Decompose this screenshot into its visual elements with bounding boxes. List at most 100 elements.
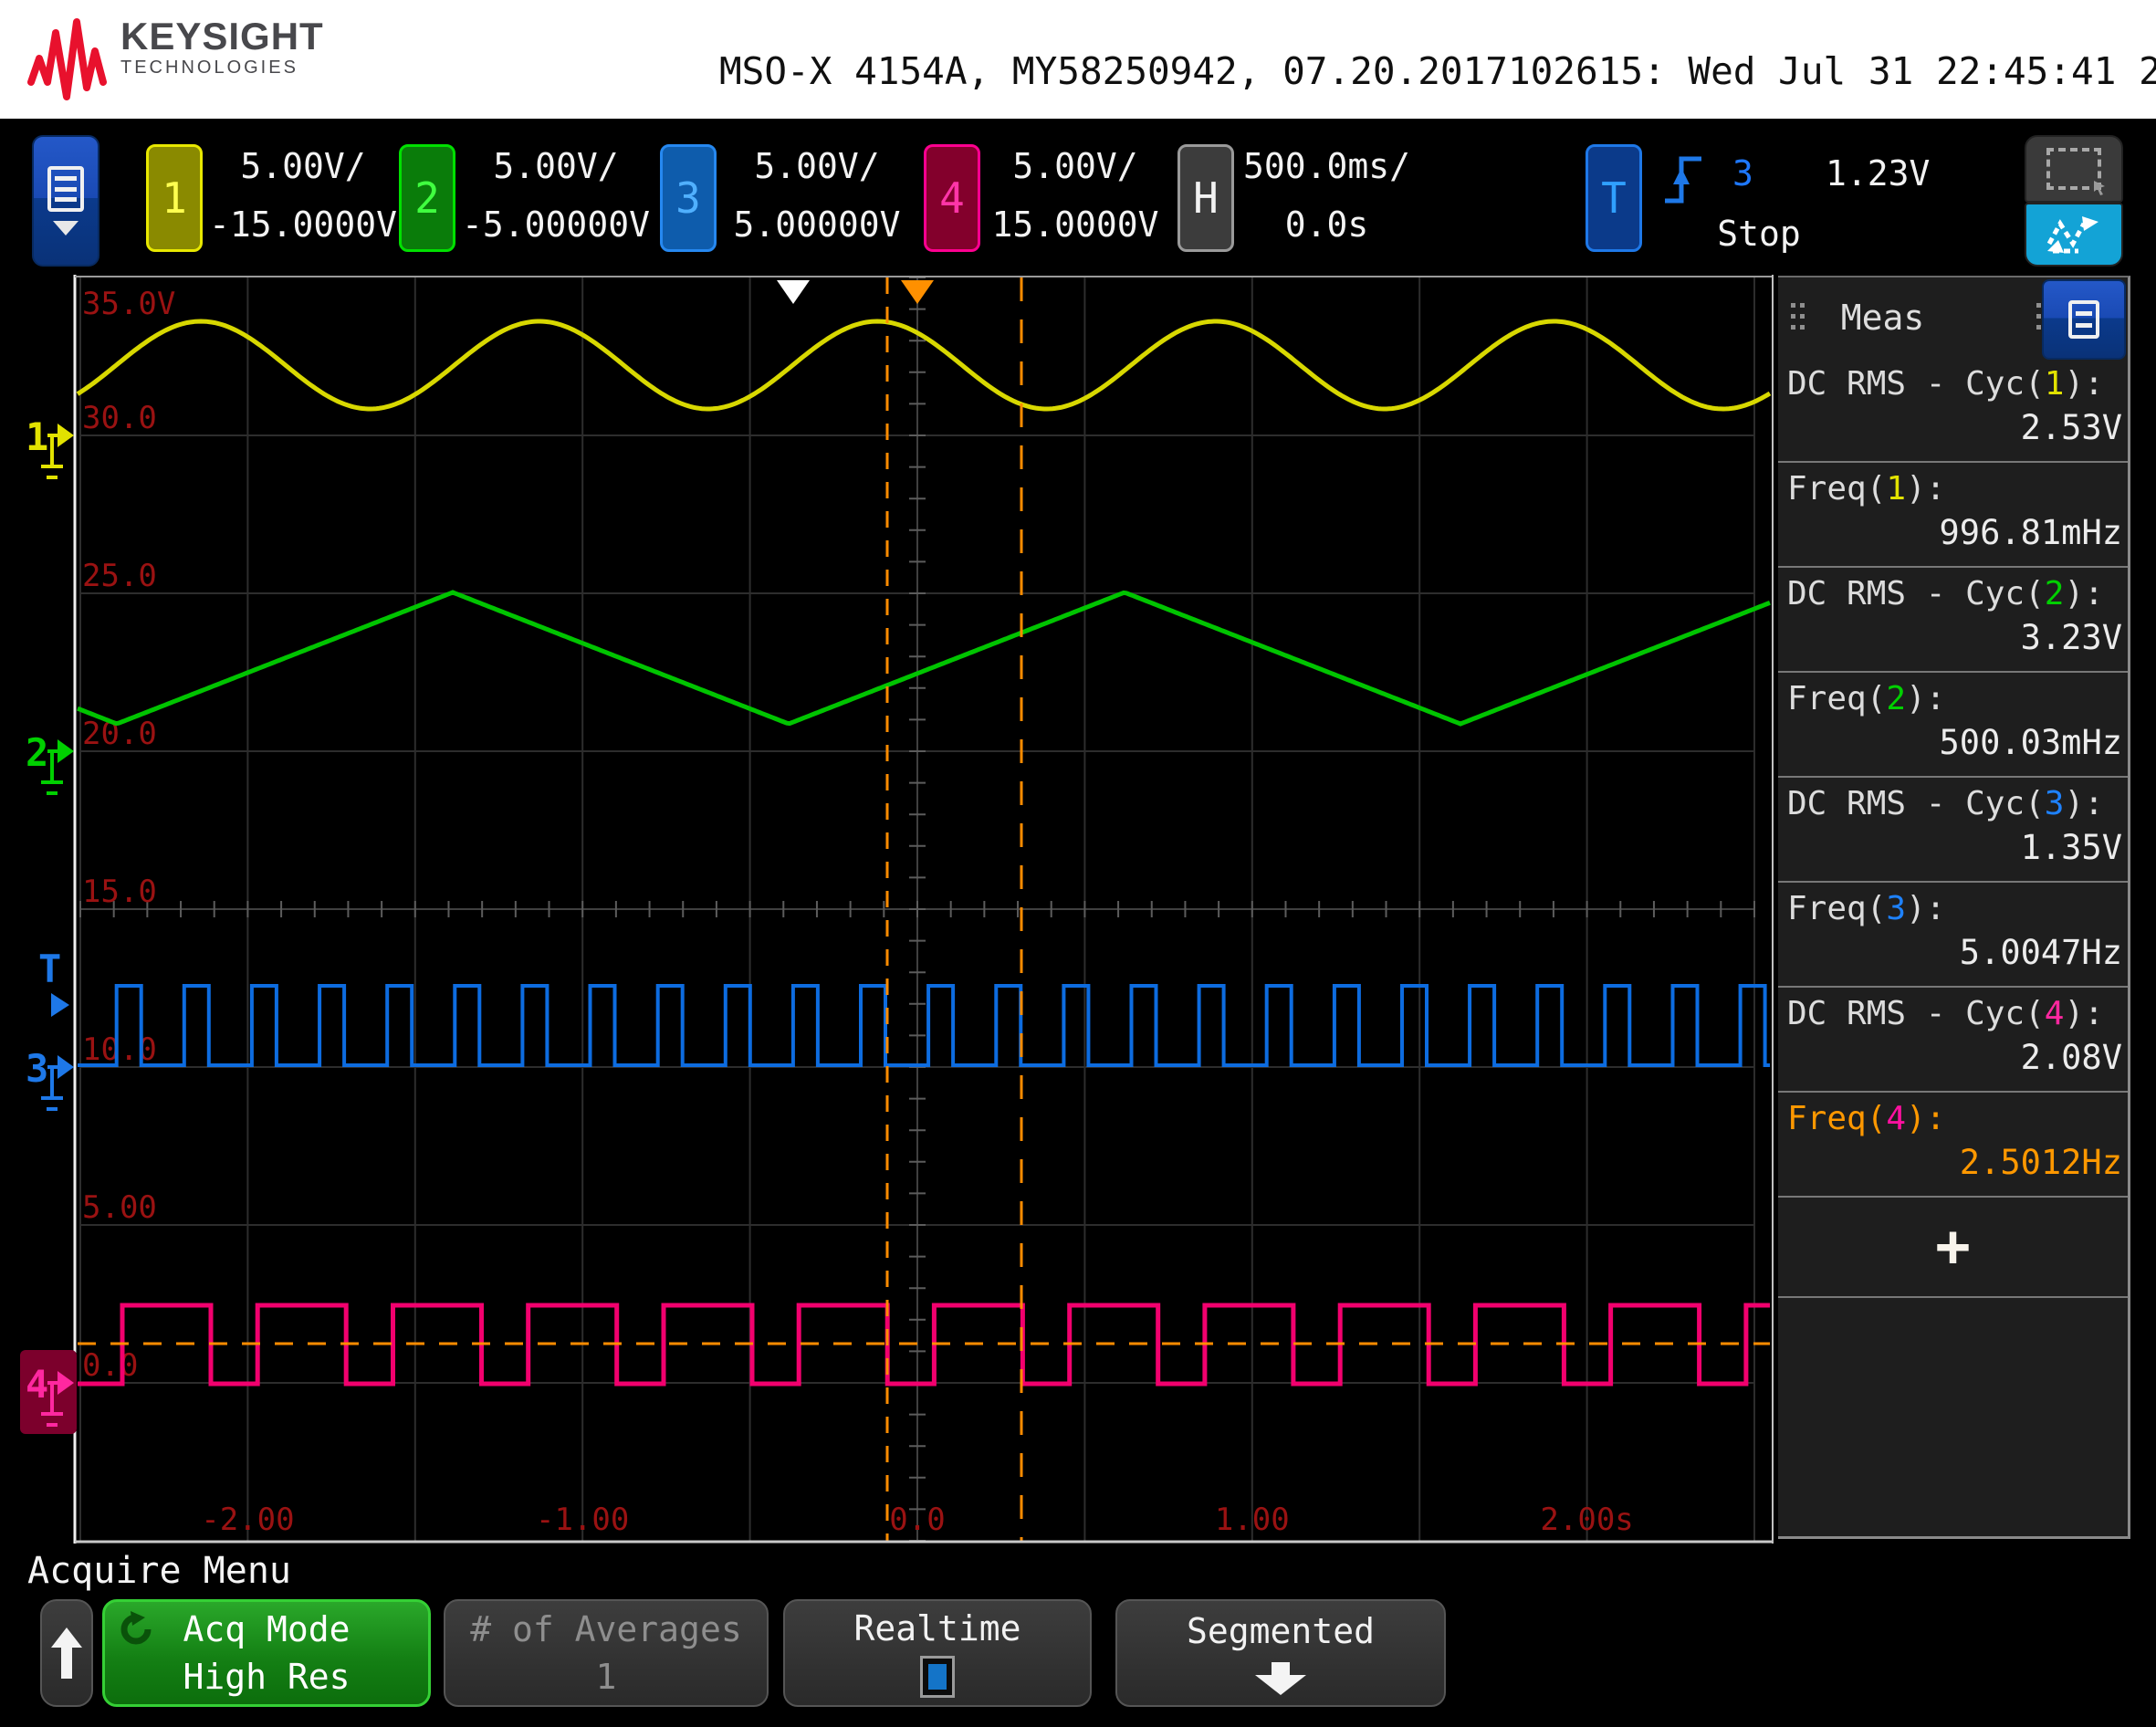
trigger-level-marker[interactable]: T	[38, 947, 61, 991]
meas-item-value: 5.0047Hz	[1959, 933, 2122, 972]
meas-item-freq-ch4[interactable]: Freq(4): 2.5012Hz	[1778, 1093, 2128, 1198]
ch1-ground-marker[interactable]: 1	[26, 414, 48, 459]
meas-item-freq-ch1[interactable]: Freq(1): 996.81mHz	[1778, 463, 2128, 568]
channel-3-scale[interactable]: 5.00V/	[722, 144, 912, 188]
meas-label-text: ):	[2064, 785, 2104, 822]
channel-2-scale[interactable]: 5.00V/	[461, 144, 651, 188]
horizontal-button[interactable]: H	[1177, 144, 1234, 252]
channel-3-button[interactable]: 3	[660, 144, 717, 252]
softkey-menu: Acquire Menu Acq Mode High Res # of Aver…	[0, 1544, 2156, 1727]
channel-1-button[interactable]: 1	[146, 144, 203, 252]
ch3-ground-marker-arrow[interactable]	[58, 1055, 74, 1079]
meas-item-freq-ch2[interactable]: Freq(2): 500.03mHz	[1778, 673, 2128, 778]
time-axis-label: 1.00	[1215, 1502, 1290, 1538]
channel-4-offset[interactable]: 15.0000V	[984, 203, 1167, 246]
waveform-arrows-icon	[2046, 216, 2098, 254]
meas-label-text: DC RMS - Cyc(	[1787, 365, 2045, 403]
channel-1-scale[interactable]: 5.00V/	[208, 144, 398, 188]
voltage-axis-label: 25.0	[82, 558, 157, 594]
meas-item-label: Freq(2):	[1787, 678, 2122, 720]
meas-item-value: 996.81mHz	[1939, 513, 2122, 552]
meas-item-label: Freq(1):	[1787, 468, 2122, 510]
channel-1-offset[interactable]: -15.0000V	[208, 203, 398, 246]
meas-item-value: 3.23V	[2020, 618, 2122, 657]
trigger-source[interactable]: 3	[1732, 153, 1753, 194]
softkey-acq-mode[interactable]: Acq Mode High Res	[102, 1599, 431, 1707]
meas-label-text: DC RMS - Cyc(	[1787, 575, 2045, 612]
instrument-title: MSO-X 4154A, MY58250942, 07.20.201710261…	[719, 49, 2156, 93]
voltage-axis-label: 30.0	[82, 400, 157, 436]
waveform-display[interactable]: 35.0V 30.0 25.0 2 0.0 15.0 10.0 5.00 0.0 -2.00 -1.…	[18, 274, 1778, 1544]
meas-label-text: DC RMS - Cyc(	[1787, 995, 2045, 1032]
meas-item-freq-ch3[interactable]: Freq(3): 5.0047Hz	[1778, 883, 2128, 988]
chevron-down-icon	[53, 221, 78, 236]
time-axis-label: -2.00	[201, 1502, 294, 1538]
drag-handle-icon[interactable]	[1791, 303, 1805, 332]
voltage-axis-label: 35.0V	[82, 286, 175, 322]
time-reference-marker[interactable]	[901, 280, 934, 304]
touch-waveform-button[interactable]	[2025, 203, 2123, 267]
up-arrow-icon	[51, 1628, 82, 1679]
measurement-panel-title: Meas	[1840, 298, 1925, 338]
meas-item-label: Freq(4):	[1787, 1098, 2122, 1140]
trigger-level-marker-arrow[interactable]	[51, 993, 69, 1017]
meas-label-text: ):	[1906, 1100, 1946, 1137]
softkey-menu-title: Acquire Menu	[27, 1550, 291, 1592]
cycle-icon	[120, 1611, 152, 1645]
meas-menu-button[interactable]	[2042, 279, 2126, 360]
meas-item-label: DC RMS - Cyc(2):	[1787, 573, 2122, 615]
meas-item-value: 500.03mHz	[1939, 723, 2122, 762]
meas-item-label: DC RMS - Cyc(3):	[1787, 783, 2122, 825]
meas-item-dcrms-ch3[interactable]: DC RMS - Cyc(3): 1.35V	[1778, 778, 2128, 883]
main-menu-button[interactable]	[32, 135, 99, 267]
trigger-level[interactable]: 1.23V	[1826, 153, 1930, 194]
ch2-ground-marker-arrow[interactable]	[58, 739, 74, 763]
meas-label-text: ):	[2064, 995, 2104, 1032]
channel-4-scale[interactable]: 5.00V/	[984, 144, 1167, 188]
meas-item-dcrms-ch4[interactable]: DC RMS - Cyc(4): 2.08V	[1778, 988, 2128, 1093]
ch1-ground-marker-arrow[interactable]	[58, 424, 74, 447]
voltage-axis-label: 0.0	[82, 1347, 138, 1384]
ch4-ground-marker[interactable]: 4	[26, 1362, 48, 1407]
meas-channel-number: 1	[1886, 470, 1907, 508]
meas-label-text: Freq(	[1787, 470, 1887, 508]
softkey-num-averages[interactable]: # of Averages 1	[444, 1599, 769, 1707]
meas-item-dcrms-ch1[interactable]: DC RMS - Cyc(1): 2.53V	[1778, 358, 2128, 463]
voltage-axis-label: 10.0	[82, 1031, 157, 1068]
zone-select-button[interactable]	[2025, 135, 2123, 203]
realtime-checkbox[interactable]	[920, 1656, 955, 1698]
channel-3-offset[interactable]: 5.00000V	[722, 203, 912, 246]
ch2-ground-marker[interactable]: 2	[26, 730, 48, 775]
meas-item-value: 2.5012Hz	[1959, 1143, 2122, 1182]
meas-channel-number: 2	[2044, 575, 2065, 612]
meas-label-text: ):	[2064, 575, 2104, 612]
down-arrow-icon	[1255, 1661, 1306, 1695]
time-axis-label: -1.00	[536, 1502, 629, 1538]
voltage-axis-label: 5.00	[82, 1189, 157, 1226]
channel-2-offset[interactable]: -5.00000V	[461, 203, 651, 246]
ch3-ground-marker[interactable]: 3	[26, 1046, 48, 1091]
trigger-position-marker[interactable]	[777, 280, 810, 304]
meas-channel-number: 2	[1886, 680, 1907, 717]
horizontal-position[interactable]: 0.0s	[1238, 203, 1416, 246]
menu-list-icon	[47, 166, 84, 212]
meas-item-value: 2.08V	[2020, 1038, 2122, 1077]
back-button[interactable]	[40, 1599, 93, 1707]
keysight-spark-icon	[27, 18, 107, 100]
softkey-segmented[interactable]: Segmented	[1115, 1599, 1446, 1707]
horizontal-scale[interactable]: 500.0ms/	[1238, 144, 1416, 188]
ch4-square-waveform	[78, 1303, 1770, 1387]
trigger-button[interactable]: T	[1586, 144, 1642, 252]
voltage-axis-label: 15.0	[82, 874, 157, 910]
acquisition-status: Stop	[1717, 214, 1801, 254]
meas-item-dcrms-ch2[interactable]: DC RMS - Cyc(2): 3.23V	[1778, 568, 2128, 673]
softkey-value: 1	[595, 1657, 617, 1698]
channel-4-button[interactable]: 4	[924, 144, 980, 252]
add-measurement-button[interactable]: +	[1778, 1198, 2128, 1298]
meas-label-text: DC RMS - Cyc(	[1787, 785, 2045, 822]
meas-item-label: DC RMS - Cyc(4):	[1787, 993, 2122, 1035]
meas-channel-number: 4	[1886, 1100, 1907, 1137]
time-axis-label: 0.0	[889, 1502, 945, 1538]
channel-2-button[interactable]: 2	[399, 144, 455, 252]
softkey-realtime[interactable]: Realtime	[783, 1599, 1092, 1707]
